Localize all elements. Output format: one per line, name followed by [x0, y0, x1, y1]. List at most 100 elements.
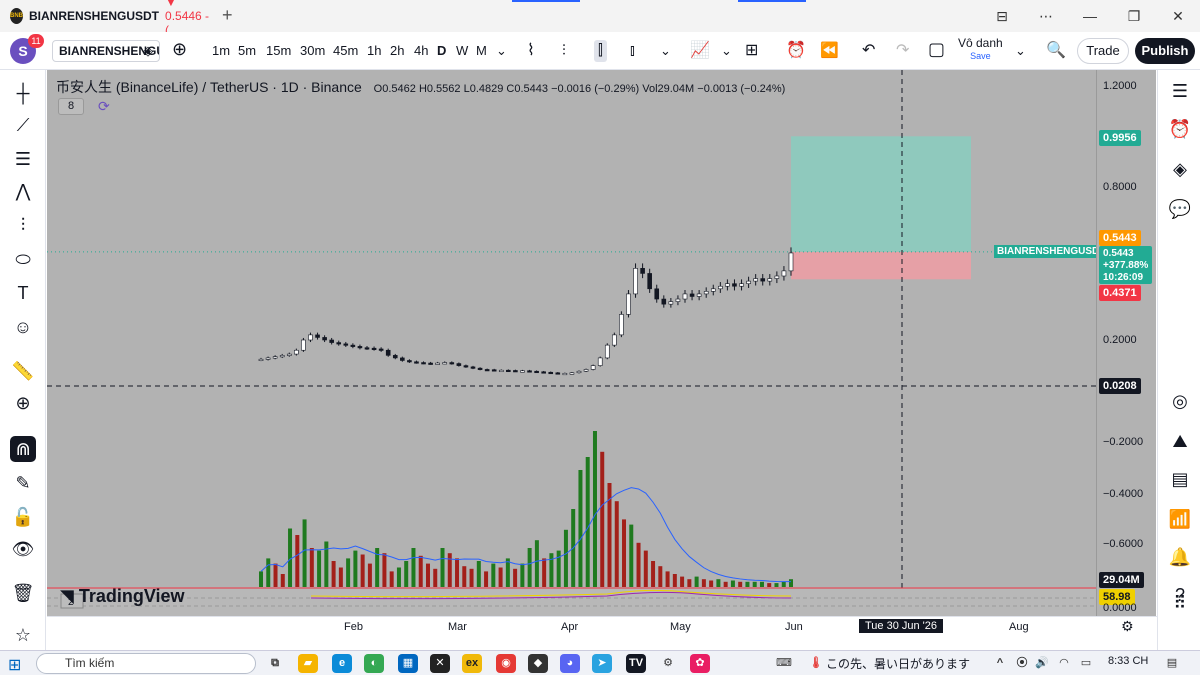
- weather-icon[interactable]: 🌡: [806, 654, 826, 673]
- chart-canvas[interactable]: 2: [47, 70, 1096, 616]
- data-window-icon[interactable]: ◈: [1167, 156, 1193, 182]
- text-icon[interactable]: T: [10, 280, 36, 306]
- tf-1m[interactable]: 1m: [212, 40, 230, 62]
- candle-body: [506, 369, 511, 373]
- notification-center-icon[interactable]: ▤: [1162, 654, 1182, 673]
- store-icon[interactable]: ▦: [398, 654, 418, 673]
- magnet-icon[interactable]: ⋒: [10, 436, 36, 462]
- streams-icon[interactable]: 📶: [1167, 506, 1193, 532]
- battery-icon[interactable]: ▭: [1076, 654, 1096, 673]
- candle-chart-icon[interactable]: ⫿: [594, 40, 607, 62]
- file-explorer-icon[interactable]: ▰: [298, 654, 318, 673]
- target-icon[interactable]: ◎: [1167, 388, 1193, 414]
- x-icon[interactable]: ✕: [430, 654, 450, 673]
- tf-15m[interactable]: 15m: [266, 40, 291, 62]
- exchange-icon[interactable]: ex: [462, 654, 482, 673]
- compare-icon[interactable]: ◈: [143, 40, 153, 62]
- tf-w[interactable]: W: [456, 40, 468, 62]
- taskbar-search-input[interactable]: Tìm kiếm: [36, 653, 256, 674]
- telegram-icon[interactable]: ➤: [592, 654, 612, 673]
- alert-icon[interactable]: ⏰: [786, 40, 806, 62]
- publish-button[interactable]: Publish: [1135, 38, 1195, 64]
- tf-d[interactable]: D: [437, 40, 446, 62]
- tf-m[interactable]: M: [476, 40, 487, 62]
- tf-5m[interactable]: 5m: [238, 40, 256, 62]
- tradingview-icon[interactable]: TV: [626, 654, 646, 673]
- pattern-icon[interactable]: ⋀: [10, 178, 36, 204]
- camera-icon[interactable]: ⦿: [1012, 654, 1032, 673]
- templates-icon[interactable]: ⊞: [745, 40, 758, 62]
- prediction-icon[interactable]: ⫶: [10, 212, 36, 238]
- wifi-icon[interactable]: ◠: [1054, 654, 1074, 673]
- replay-icon[interactable]: ⏪: [820, 40, 839, 62]
- redo-icon[interactable]: ↷: [896, 40, 909, 62]
- undo-icon[interactable]: ↶: [862, 40, 875, 62]
- chart-style-icon[interactable]: ⫾: [630, 40, 635, 62]
- quick-search-icon[interactable]: 🔍: [1046, 40, 1066, 62]
- chevron-down-icon[interactable]: ⌄: [721, 40, 732, 62]
- emoji-icon[interactable]: ☺: [10, 314, 36, 340]
- app-icon[interactable]: ✿: [690, 654, 710, 673]
- chevron-down-icon[interactable]: ⌄: [496, 40, 507, 62]
- line-chart-icon[interactable]: ⌇: [527, 40, 535, 62]
- price-axis[interactable]: 1.2000 0.9956 0.8000 0.5443 0.5443 +377.…: [1096, 70, 1156, 616]
- candle-body: [562, 372, 568, 376]
- chevron-down-icon[interactable]: ⌄: [1015, 40, 1026, 62]
- discord-icon[interactable]: ◕: [560, 654, 580, 673]
- layout-name[interactable]: Vô danh Save: [958, 37, 1003, 63]
- refresh-icon[interactable]: ⟳: [98, 98, 110, 115]
- tf-45m[interactable]: 45m: [333, 40, 358, 62]
- chat-icon[interactable]: 💬: [1167, 196, 1193, 222]
- tf-1h[interactable]: 1h: [367, 40, 381, 62]
- eye-icon[interactable]: 👁: [10, 536, 36, 562]
- chevron-down-icon[interactable]: ⌄: [660, 40, 671, 62]
- settings-icon[interactable]: ⚙: [658, 654, 678, 673]
- browser-tab[interactable]: BNB BIANRENSHENGUSDT ▼ 0.5446 -(: [4, 0, 210, 37]
- ideas-icon[interactable]: ⛰: [1167, 428, 1193, 454]
- chart-pane[interactable]: 2: [47, 70, 1096, 616]
- browser-icon[interactable]: ◐: [364, 654, 384, 673]
- volume-icon[interactable]: 🔊: [1032, 654, 1052, 673]
- apps-icon[interactable]: ⠿: [1167, 590, 1193, 616]
- trash-icon[interactable]: 🗑: [10, 580, 36, 606]
- app-icon[interactable]: ◆: [528, 654, 548, 673]
- trendline-icon[interactable]: ⟋: [10, 112, 36, 138]
- trade-button[interactable]: Trade: [1077, 38, 1129, 64]
- tf-4h[interactable]: 4h: [414, 40, 428, 62]
- close-icon[interactable]: ✕: [1156, 8, 1200, 25]
- app-icon[interactable]: ◉: [496, 654, 516, 673]
- windows-start-icon[interactable]: ⊞: [8, 655, 21, 675]
- task-view-icon[interactable]: ⧉: [265, 654, 285, 673]
- edge-icon[interactable]: e: [332, 654, 352, 673]
- tray-icons[interactable]: ^: [990, 654, 1010, 673]
- tf-2h[interactable]: 2h: [390, 40, 404, 62]
- fib-icon[interactable]: ☰: [10, 146, 36, 172]
- alerts-icon[interactable]: ⏰: [1167, 116, 1193, 142]
- indicator-count[interactable]: 8: [58, 98, 84, 115]
- calendar-icon[interactable]: ▤: [1167, 466, 1193, 492]
- settings-icon[interactable]: ⚙: [1121, 618, 1134, 635]
- restore-icon[interactable]: ❐: [1112, 8, 1156, 25]
- taskbar-clock[interactable]: 8:33 CH: [1108, 655, 1148, 667]
- indicators-icon[interactable]: 📈: [690, 40, 710, 62]
- bar-chart-icon[interactable]: ⫶: [562, 40, 566, 62]
- ruler-icon[interactable]: 📏: [10, 358, 36, 384]
- more-icon[interactable]: ⋯: [1024, 8, 1068, 25]
- time-axis[interactable]: Feb Mar Apr May Jun Tue 30 Jun '26 Aug ⚙: [47, 616, 1157, 650]
- tf-30m[interactable]: 30m: [300, 40, 325, 62]
- lock-icon[interactable]: 🔓: [10, 504, 36, 530]
- weather-text[interactable]: この先、暑い日があります: [826, 655, 970, 672]
- lock-drawings-icon[interactable]: ✎: [10, 470, 36, 496]
- favorites-icon[interactable]: ☆: [10, 622, 36, 648]
- fullscreen-icon[interactable]: ▢: [928, 38, 945, 60]
- layout-icon[interactable]: ⊟: [980, 8, 1024, 25]
- watchlist-icon[interactable]: ☰: [1167, 78, 1193, 104]
- crosshair-icon[interactable]: ┼: [10, 80, 36, 106]
- notifications-icon[interactable]: 🔔: [1167, 544, 1193, 570]
- add-symbol-icon[interactable]: ⊕: [172, 38, 187, 60]
- keyboard-icon[interactable]: ⌨: [774, 654, 794, 673]
- minimize-icon[interactable]: —: [1068, 8, 1112, 24]
- new-tab-button[interactable]: +: [222, 5, 233, 26]
- zoom-in-icon[interactable]: ⊕: [10, 390, 36, 416]
- shapes-icon[interactable]: ⬭: [10, 246, 36, 272]
